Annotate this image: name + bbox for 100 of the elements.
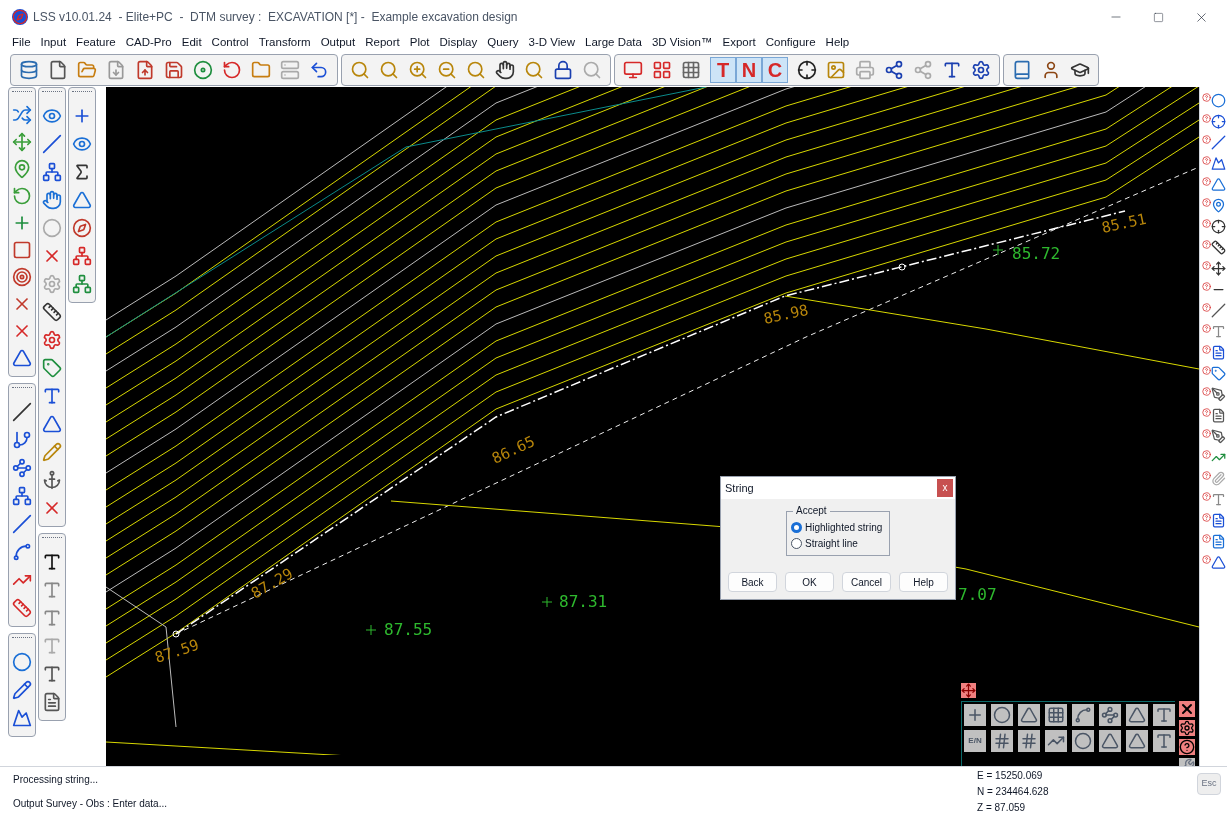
pin-icon[interactable]: [12, 159, 32, 179]
menu-item[interactable]: Help: [825, 34, 850, 52]
radio-option[interactable]: Straight line: [791, 536, 885, 551]
pan-hand-icon[interactable]: [495, 59, 515, 80]
crosshair-icon[interactable]: [797, 59, 817, 80]
query-ruler-icon[interactable]: [1210, 240, 1226, 255]
query-icon[interactable]: [1201, 555, 1211, 564]
query-clip-icon[interactable]: [1210, 471, 1226, 486]
line-tool-icon[interactable]: [42, 134, 62, 154]
query-file-icon[interactable]: [1210, 345, 1226, 360]
menu-item[interactable]: Report: [365, 34, 400, 52]
menu-item[interactable]: Output: [320, 34, 356, 52]
chain-icon[interactable]: [1072, 704, 1094, 726]
menu-item[interactable]: Control: [211, 34, 249, 52]
picture-icon[interactable]: [826, 59, 846, 80]
nodes-icon[interactable]: [42, 162, 62, 182]
menu-item[interactable]: Query: [487, 34, 519, 52]
query-icon[interactable]: [1201, 198, 1211, 207]
query-point-icon[interactable]: [1210, 93, 1226, 108]
menu-item[interactable]: Transform: [258, 34, 311, 52]
toggle-button[interactable]: N: [736, 56, 762, 83]
query-distance-icon[interactable]: [1210, 261, 1226, 276]
hand-pointer-icon[interactable]: [42, 190, 62, 210]
query-line-icon[interactable]: [1210, 135, 1226, 150]
help-icon[interactable]: [1179, 739, 1195, 755]
spline-icon[interactable]: [12, 542, 32, 562]
query-icon[interactable]: [1201, 534, 1211, 543]
query-label-icon[interactable]: [1210, 492, 1226, 507]
new-file-icon[interactable]: [48, 59, 68, 80]
open-folder-icon[interactable]: [77, 59, 97, 80]
query-slope-icon[interactable]: [1210, 303, 1226, 318]
easting-northing-button[interactable]: E/N: [964, 730, 986, 752]
query-xyz-icon[interactable]: [1210, 114, 1226, 129]
dialog-button[interactable]: Back: [728, 572, 777, 592]
edit-icon[interactable]: [42, 442, 62, 462]
user-icon[interactable]: [1041, 59, 1061, 80]
waypoints-icon[interactable]: [12, 458, 32, 478]
large-text-icon[interactable]: [42, 552, 62, 572]
shape-tool-icon[interactable]: [1126, 704, 1148, 726]
query-icon[interactable]: [1201, 93, 1211, 102]
query-icon[interactable]: [1201, 114, 1211, 123]
query-surface-icon[interactable]: [1210, 156, 1226, 171]
radio-icon[interactable]: [791, 522, 802, 533]
zoom-in-icon[interactable]: [408, 59, 428, 80]
settings-icon[interactable]: [971, 59, 991, 80]
toggle-button[interactable]: T: [710, 56, 736, 83]
save-icon[interactable]: [164, 59, 184, 80]
book-icon[interactable]: [1012, 59, 1032, 80]
sphere-icon[interactable]: [12, 652, 32, 672]
font-icon[interactable]: [42, 664, 62, 684]
point-number-icon[interactable]: [991, 730, 1013, 752]
triangle-tool-icon[interactable]: [1018, 704, 1040, 726]
menu-item[interactable]: File: [12, 34, 31, 52]
cogs-icon[interactable]: [42, 330, 62, 350]
tiles-icon[interactable]: [652, 59, 672, 80]
query-pin-icon[interactable]: [1210, 198, 1226, 213]
query-icon[interactable]: [1201, 366, 1211, 375]
menu-item[interactable]: Edit: [181, 34, 202, 52]
query-icon[interactable]: [1201, 303, 1211, 312]
query-icon[interactable]: [1201, 408, 1211, 417]
menu-item[interactable]: Display: [439, 34, 478, 52]
file-export-icon[interactable]: [135, 59, 155, 80]
database-icon[interactable]: [19, 59, 39, 80]
query-icon[interactable]: [1201, 429, 1211, 438]
radio-icon[interactable]: [791, 538, 802, 549]
settings-icon[interactable]: [1179, 720, 1195, 736]
undo-icon[interactable]: [309, 59, 329, 80]
add-icon[interactable]: [964, 704, 986, 726]
line-icon[interactable]: [12, 402, 32, 422]
menu-item[interactable]: Input: [40, 34, 67, 52]
pencil-icon[interactable]: [12, 680, 32, 700]
query-icon[interactable]: [1201, 156, 1211, 165]
triangle-icon[interactable]: [12, 348, 32, 368]
query-icon[interactable]: [1201, 240, 1211, 249]
diagonal-icon[interactable]: [12, 514, 32, 534]
query-icon[interactable]: [1201, 513, 1211, 522]
circle-tool-icon[interactable]: [991, 704, 1013, 726]
grid-tool-icon[interactable]: [1045, 704, 1067, 726]
tin-icon[interactable]: [72, 190, 92, 210]
query-icon[interactable]: [1201, 471, 1211, 480]
rotate-icon[interactable]: [12, 186, 32, 206]
dialog-button[interactable]: Help: [899, 572, 948, 592]
network-icon[interactable]: [12, 486, 32, 506]
label-icon[interactable]: [42, 358, 62, 378]
query-text-icon[interactable]: [1210, 324, 1226, 339]
profile-icon[interactable]: [1045, 730, 1067, 752]
query-icon[interactable]: [1201, 450, 1211, 459]
query-doc-icon[interactable]: [1210, 513, 1226, 528]
crossing-lines-icon[interactable]: [12, 105, 32, 125]
menu-item[interactable]: 3-D View: [528, 34, 576, 52]
move-icon[interactable]: [12, 132, 32, 152]
view-icon[interactable]: [72, 134, 92, 154]
outline-text-icon[interactable]: [42, 608, 62, 628]
query-pen-icon[interactable]: [1210, 387, 1226, 402]
query-icon[interactable]: [1201, 282, 1211, 291]
query-icon[interactable]: [1201, 324, 1211, 333]
dialog-button[interactable]: OK: [785, 572, 834, 592]
query-icon[interactable]: [1201, 177, 1211, 186]
query-icon[interactable]: [1201, 387, 1211, 396]
menu-item[interactable]: Export: [722, 34, 756, 52]
